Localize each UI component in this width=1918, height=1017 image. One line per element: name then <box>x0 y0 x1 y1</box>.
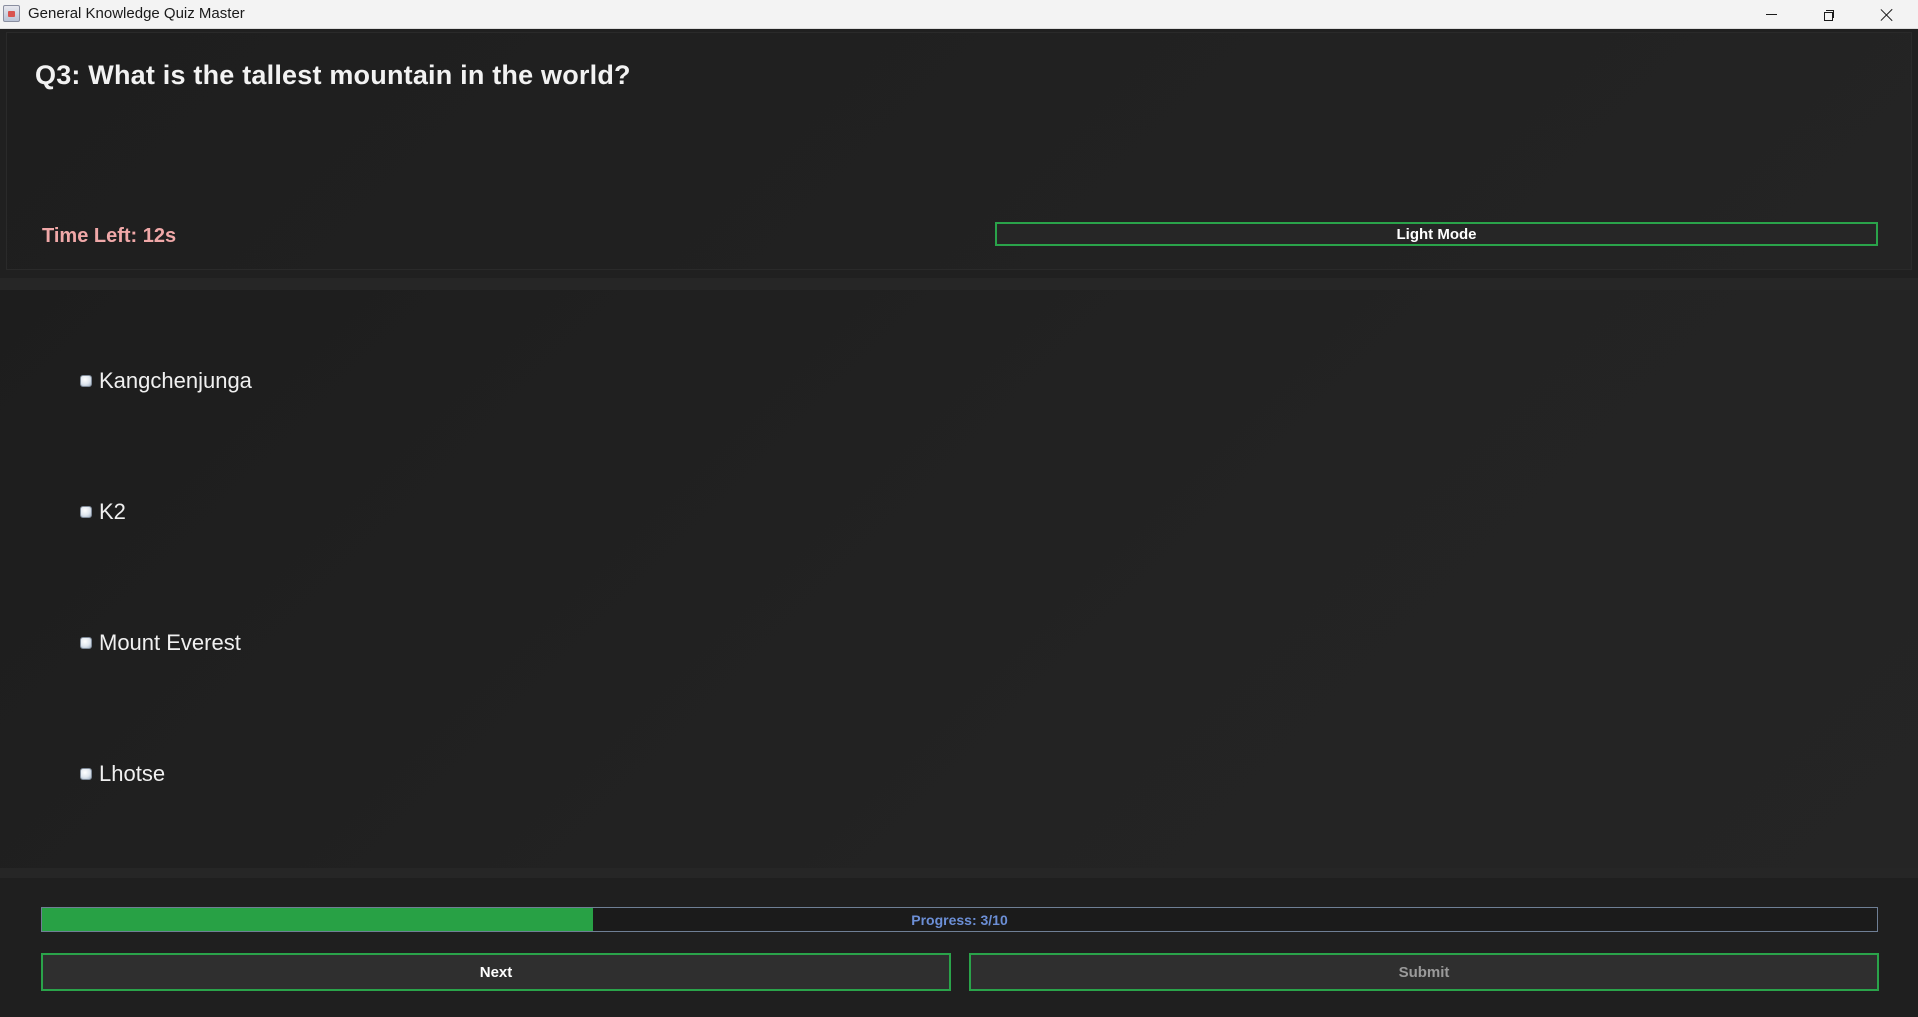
option-label: K2 <box>99 499 126 524</box>
footer-panel: Progress: 3/10 Next Submit <box>0 878 1918 1017</box>
option-mount-everest[interactable]: Mount Everest <box>80 630 241 656</box>
close-button[interactable] <box>1858 0 1916 29</box>
radio-icon[interactable] <box>80 768 92 780</box>
option-lhotse[interactable]: Lhotse <box>80 761 165 787</box>
radio-icon[interactable] <box>80 375 92 387</box>
option-label: Kangchenjunga <box>99 368 252 393</box>
radio-icon[interactable] <box>80 506 92 518</box>
close-icon <box>1880 8 1894 22</box>
divider <box>0 868 1918 878</box>
option-kangchenjunga[interactable]: Kangchenjunga <box>80 368 252 394</box>
progress-label: Progress: 3/10 <box>911 911 1008 928</box>
app-icon <box>3 5 20 22</box>
next-button[interactable]: Next <box>41 953 951 991</box>
question-text: Q3: What is the tallest mountain in the … <box>35 60 631 90</box>
radio-icon[interactable] <box>80 637 92 649</box>
minimize-button[interactable] <box>1742 0 1800 29</box>
options-panel: Kangchenjunga K2 Mount Everest Lhotse <box>0 290 1918 868</box>
light-mode-button[interactable]: Light Mode <box>995 222 1878 246</box>
progress-bar: Progress: 3/10 <box>41 907 1878 932</box>
option-k2[interactable]: K2 <box>80 499 126 525</box>
divider <box>0 278 1918 290</box>
title-bar: General Knowledge Quiz Master <box>0 0 1918 29</box>
window-title: General Knowledge Quiz Master <box>28 5 245 22</box>
option-label: Mount Everest <box>99 630 241 655</box>
minimize-icon <box>1765 14 1777 15</box>
option-label: Lhotse <box>99 761 166 786</box>
maximize-icon <box>1824 9 1834 21</box>
time-left-label: Time Left: 12s <box>42 225 177 247</box>
quiz-window: General Knowledge Quiz Master Q3: What i… <box>0 0 1918 1017</box>
maximize-button[interactable] <box>1800 0 1858 29</box>
submit-button[interactable]: Submit <box>969 953 1879 991</box>
